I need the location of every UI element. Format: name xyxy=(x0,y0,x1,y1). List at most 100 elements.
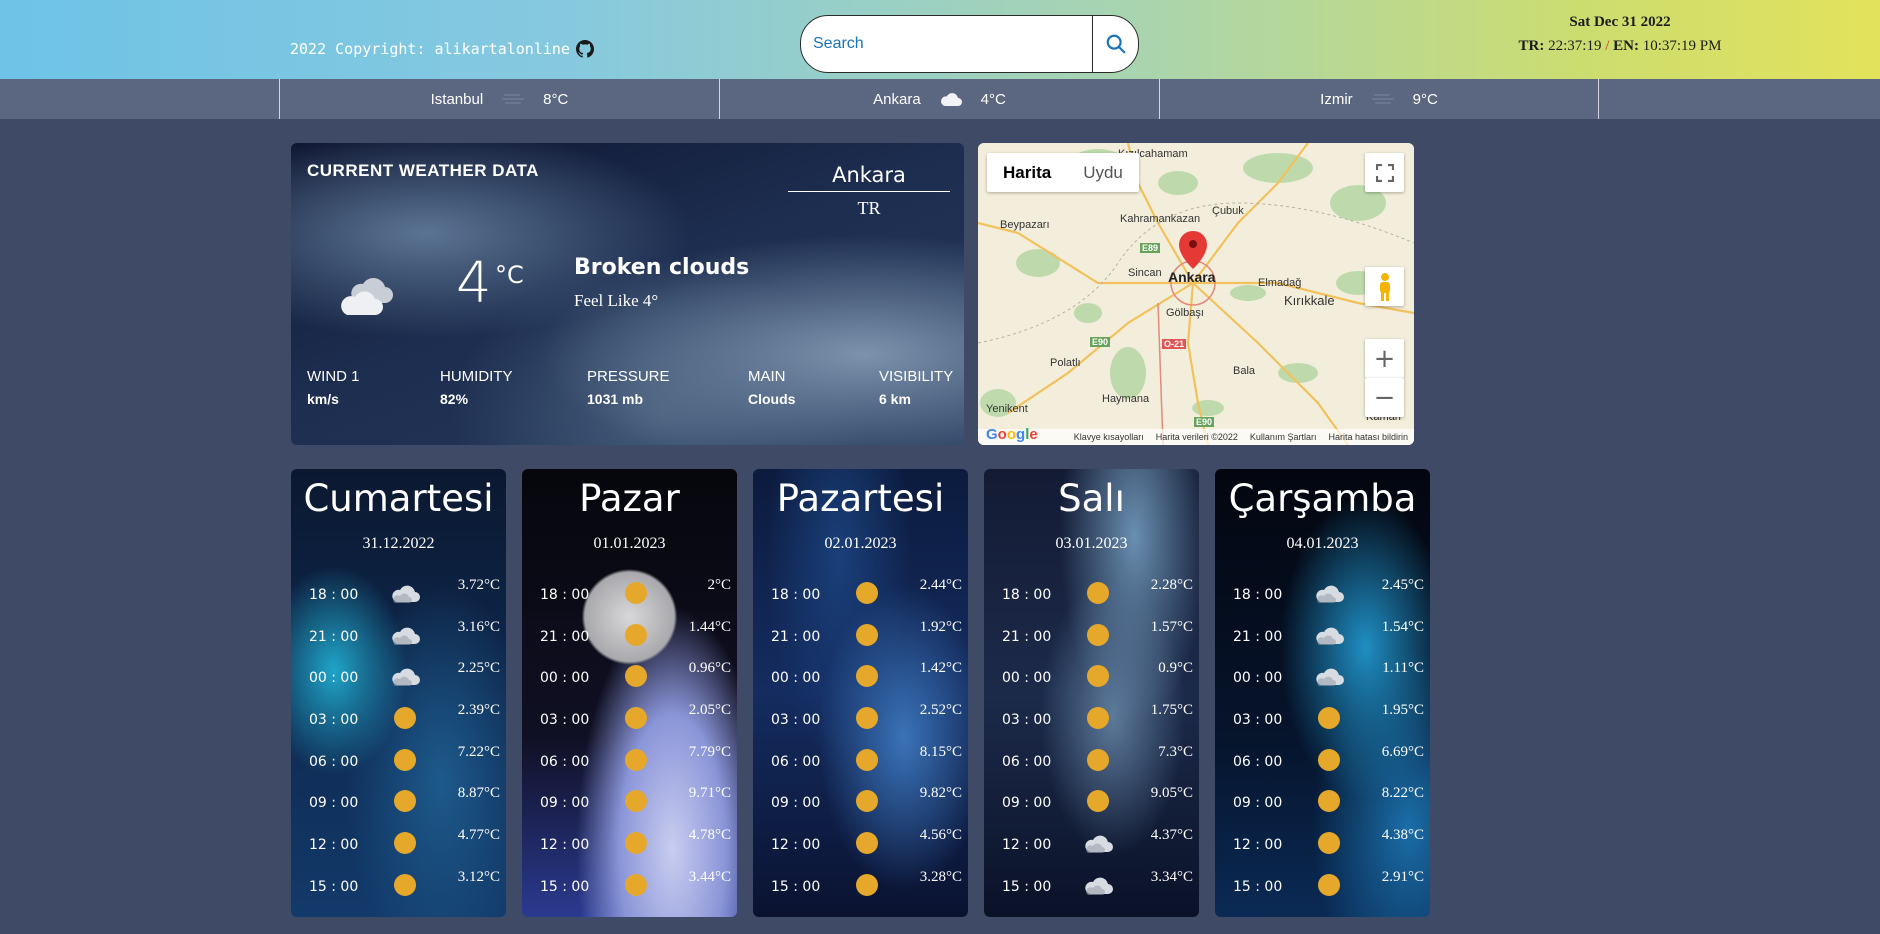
forecast-date: 01.01.2023 xyxy=(593,535,666,552)
github-icon[interactable] xyxy=(575,40,594,58)
map[interactable]: Kızılcahamam Beypazarı Kahramankazan Çub… xyxy=(978,143,1414,445)
forecast-row: 06 : 00 7.79°C xyxy=(522,744,737,774)
road-label: E90 xyxy=(1090,337,1111,347)
forecast-temp: 1.44°C xyxy=(688,619,731,635)
forecast-day-name: Pazartesi xyxy=(776,477,945,520)
forecast-time: 21 : 00 xyxy=(540,629,590,645)
map-footer-link[interactable]: Klavye kısayolları xyxy=(1074,432,1144,442)
sun-icon xyxy=(1318,790,1340,812)
copyright: 2022 Copyright: alikartalonline xyxy=(290,40,594,58)
street-view-button[interactable] xyxy=(1365,267,1404,306)
map-label: Kırıkkale xyxy=(1284,293,1335,308)
forecast-row: 12 : 00 4.77°C xyxy=(291,827,506,857)
stat-pressure: PRESSURE 1031 mb xyxy=(587,368,670,407)
road-label: E89 xyxy=(1140,243,1161,253)
forecast-time: 06 : 00 xyxy=(540,754,590,770)
forecast-temp: 8.22°C xyxy=(1381,785,1424,801)
map-footer-link[interactable]: Harita hatası bildirin xyxy=(1328,432,1408,442)
forecast-temp: 6.69°C xyxy=(1381,744,1424,760)
forecast-day-card: Cumartesi 31.12.2022 18 : 00 3.72°C 21 : 00 3… xyxy=(291,469,506,917)
clock-date: Sat Dec 31 2022 xyxy=(1569,14,1671,30)
city-name: Ankara xyxy=(873,90,921,108)
forecast-time: 15 : 00 xyxy=(1002,879,1052,895)
cloud-icon xyxy=(1085,877,1113,895)
sun-icon xyxy=(856,832,878,854)
forecast-row: 03 : 00 2.05°C xyxy=(522,702,737,732)
forecast-row: 21 : 00 1.54°C xyxy=(1215,619,1430,649)
map-footer-link[interactable]: Kullanım Şartları xyxy=(1250,432,1317,442)
stat-wind: WIND 1 km/s xyxy=(307,368,360,407)
map-tab-map[interactable]: Harita xyxy=(987,153,1067,192)
forecast-time: 15 : 00 xyxy=(309,879,359,895)
zoom-in-button[interactable]: + xyxy=(1365,339,1404,378)
search-input[interactable] xyxy=(801,16,1092,72)
forecast-time: 21 : 00 xyxy=(1002,629,1052,645)
forecast-time: 06 : 00 xyxy=(771,754,821,770)
city-item-ankara[interactable]: Ankara 4°C xyxy=(719,79,1159,119)
forecast-time: 00 : 00 xyxy=(540,670,590,686)
cloud-icon xyxy=(392,668,420,686)
forecast-date: 02.01.2023 xyxy=(824,535,897,552)
forecast-temp: 1.11°C xyxy=(1382,660,1424,676)
sun-icon xyxy=(625,624,647,646)
sun-icon xyxy=(1318,749,1340,771)
sun-icon xyxy=(1087,624,1109,646)
sun-icon xyxy=(394,874,416,896)
forecast-row: 09 : 00 8.87°C xyxy=(291,785,506,815)
stat-label: HUMIDITY xyxy=(440,368,513,385)
forecast-temp: 2.45°C xyxy=(1381,577,1424,593)
forecast-temp: 0.96°C xyxy=(688,660,731,676)
tr-time: 22:37:19 xyxy=(1548,38,1602,54)
forecast-temp: 4.38°C xyxy=(1381,827,1424,843)
forecast-temp: 2°C xyxy=(707,577,731,593)
forecast-temp: 7.79°C xyxy=(688,744,731,760)
fullscreen-button[interactable] xyxy=(1365,153,1404,192)
search-button[interactable] xyxy=(1092,16,1138,72)
forecast-row: 06 : 00 7.3°C xyxy=(984,744,1199,774)
forecast-temp: 1.54°C xyxy=(1381,619,1424,635)
sun-icon xyxy=(625,832,647,854)
google-logo[interactable]: Google xyxy=(986,426,1038,443)
forecast-row: 12 : 00 4.78°C xyxy=(522,827,737,857)
forecast-temp: 8.15°C xyxy=(919,744,962,760)
city-temp: 4°C xyxy=(980,90,1006,108)
forecast-row: 18 : 00 2.28°C xyxy=(984,577,1199,607)
sun-icon xyxy=(394,790,416,812)
forecast-time: 00 : 00 xyxy=(771,670,821,686)
cloud-icon xyxy=(1316,585,1344,603)
forecast-row: 03 : 00 1.95°C xyxy=(1215,702,1430,732)
forecast-time: 18 : 00 xyxy=(309,587,359,603)
forecast-temp: 3.16°C xyxy=(457,619,500,635)
map-tab-satellite[interactable]: Uydu xyxy=(1067,153,1139,192)
forecast-time: 21 : 00 xyxy=(1233,629,1283,645)
map-label: Bala xyxy=(1233,365,1256,377)
forecast-temp: 8.87°C xyxy=(457,785,500,801)
sun-icon xyxy=(625,582,647,604)
sun-icon xyxy=(625,707,647,729)
plus-icon: + xyxy=(1373,343,1396,374)
forecast-row: 21 : 00 1.92°C xyxy=(753,619,968,649)
sun-icon xyxy=(856,707,878,729)
forecast-time: 00 : 00 xyxy=(1002,670,1052,686)
sun-icon xyxy=(394,832,416,854)
forecast-row: 03 : 00 1.75°C xyxy=(984,702,1199,732)
forecast-time: 12 : 00 xyxy=(771,837,821,853)
fullscreen-icon xyxy=(1375,163,1394,182)
map-label: Elmadağ xyxy=(1258,277,1302,289)
forecast-row: 15 : 00 3.28°C xyxy=(753,869,968,899)
city-item-izmir[interactable]: Izmir 9°C xyxy=(1159,79,1599,119)
forecast-row: 06 : 00 8.15°C xyxy=(753,744,968,774)
city-item-istanbul[interactable]: Istanbul 8°C xyxy=(279,79,719,119)
mist-icon xyxy=(502,94,525,104)
current-title: CURRENT WEATHER DATA xyxy=(307,161,539,180)
forecast-row: 15 : 00 3.44°C xyxy=(522,869,737,899)
forecast-temp: 4.78°C xyxy=(688,827,731,843)
forecast-day-name: Cumartesi xyxy=(303,477,494,520)
stat-label: MAIN xyxy=(748,368,786,385)
forecast-time: 09 : 00 xyxy=(309,795,359,811)
map-label: Sincan xyxy=(1128,267,1162,279)
sun-icon xyxy=(1318,874,1340,896)
copyright-text: 2022 Copyright: alikartalonline xyxy=(290,40,570,58)
zoom-out-button[interactable]: − xyxy=(1365,378,1404,417)
current-country: TR xyxy=(857,198,881,218)
